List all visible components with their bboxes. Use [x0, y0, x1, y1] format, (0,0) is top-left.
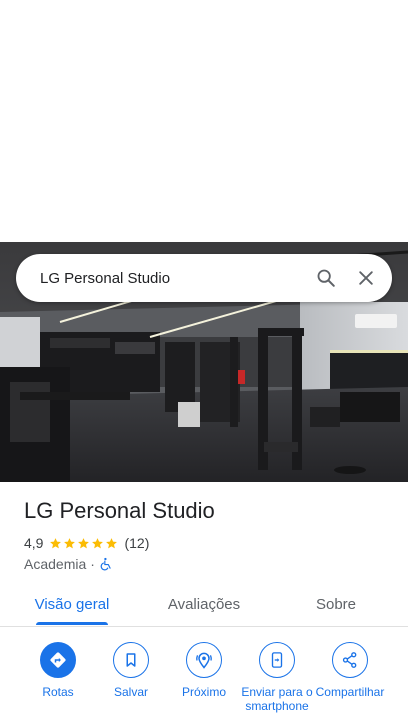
search-button[interactable]	[306, 258, 346, 298]
star-icon	[50, 537, 62, 548]
category-row: Academia ·	[24, 556, 113, 572]
share-button[interactable]: Compartilhar	[312, 642, 388, 699]
share-label: Compartilhar	[315, 685, 385, 699]
nearby-icon	[196, 652, 212, 669]
nearby-label: Próximo	[181, 685, 226, 699]
wheelchair-accessible-icon	[100, 557, 111, 571]
tab-about[interactable]: Sobre	[284, 582, 388, 626]
star-icon	[78, 537, 90, 548]
save-circle	[113, 642, 149, 678]
rating-row[interactable]: 4,9 (12)	[24, 535, 149, 551]
map-blank-area	[0, 0, 408, 242]
active-tab-indicator	[36, 622, 108, 625]
close-icon	[359, 271, 373, 285]
directions-icon	[50, 652, 66, 668]
place-title: LG Personal Studio	[24, 498, 215, 523]
share-circle	[332, 642, 368, 678]
star-icon	[92, 537, 104, 548]
search-query[interactable]: LG Personal Studio	[16, 270, 306, 287]
send-to-phone-button[interactable]: Enviar para o smartphone	[239, 642, 315, 713]
search-icon	[317, 269, 335, 287]
close-button[interactable]	[346, 258, 386, 298]
star-icon	[106, 537, 118, 548]
place-tabs: Visão geral Avaliações Sobre	[0, 582, 408, 627]
save-button[interactable]: Salvar	[93, 642, 169, 699]
rating-stars	[49, 537, 119, 550]
search-bar[interactable]: LG Personal Studio	[16, 254, 392, 302]
directions-circle	[40, 642, 76, 678]
tab-reviews[interactable]: Avaliações	[152, 582, 256, 626]
directions-button[interactable]: Rotas	[20, 642, 96, 699]
star-icon	[64, 537, 76, 548]
share-icon	[342, 652, 357, 668]
rating-value: 4,9	[24, 535, 44, 551]
bookmark-icon	[126, 653, 136, 667]
save-label: Salvar	[113, 685, 148, 699]
place-category: Academia	[24, 556, 87, 572]
nearby-circle	[186, 642, 222, 678]
send-to-phone-label: Enviar para o smartphone	[241, 685, 313, 713]
nearby-button[interactable]: Próximo	[166, 642, 242, 699]
tab-overview[interactable]: Visão geral	[20, 582, 124, 626]
review-count: (12)	[124, 535, 150, 551]
action-buttons-row: Rotas Salvar Próximo Enviar para o smart…	[0, 642, 408, 724]
send-to-phone-icon	[271, 652, 283, 668]
separator-dot: ·	[90, 556, 95, 572]
send-to-phone-circle	[259, 642, 295, 678]
directions-label: Rotas	[42, 685, 74, 699]
